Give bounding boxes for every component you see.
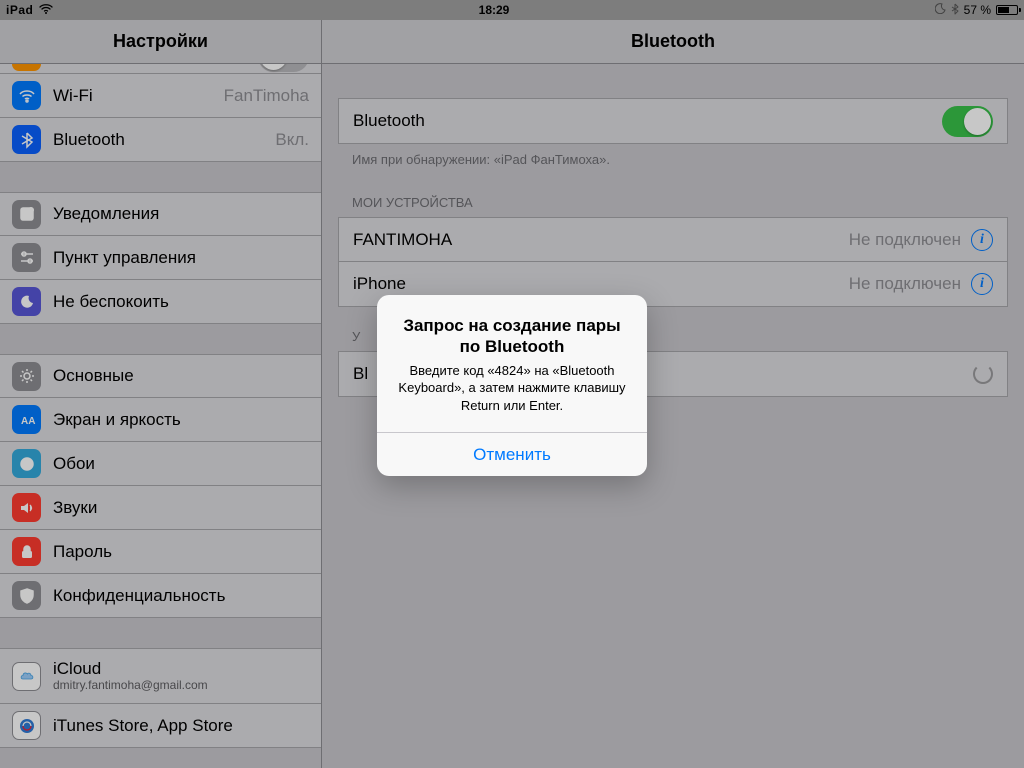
alert-message: Введите код «4824» на «Bluetooth Keyboar…	[393, 362, 631, 415]
alert-cancel-button[interactable]: Отменить	[377, 432, 647, 476]
alert-title: Запрос на создание пары по Bluetooth	[393, 315, 631, 358]
bluetooth-pairing-alert: Запрос на создание пары по Bluetooth Вве…	[377, 295, 647, 476]
